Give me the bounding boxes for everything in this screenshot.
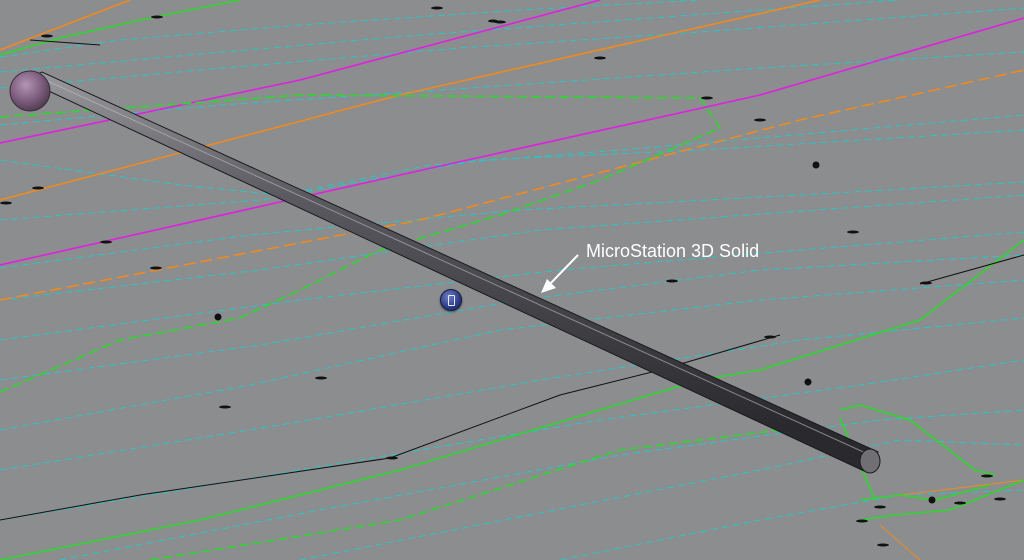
orange-lines (0, 0, 1024, 560)
drawing-canvas[interactable] (0, 0, 1024, 560)
arrow-icon (541, 254, 579, 293)
cad-3d-viewport[interactable]: MicroStation 3D Solid (0, 0, 1024, 560)
contour-lines (0, 0, 1024, 560)
handle-button-icon[interactable] (440, 289, 462, 311)
green-lines (0, 0, 1024, 560)
annotation-label: MicroStation 3D Solid (586, 241, 760, 261)
sphere-icon[interactable] (9, 70, 51, 112)
